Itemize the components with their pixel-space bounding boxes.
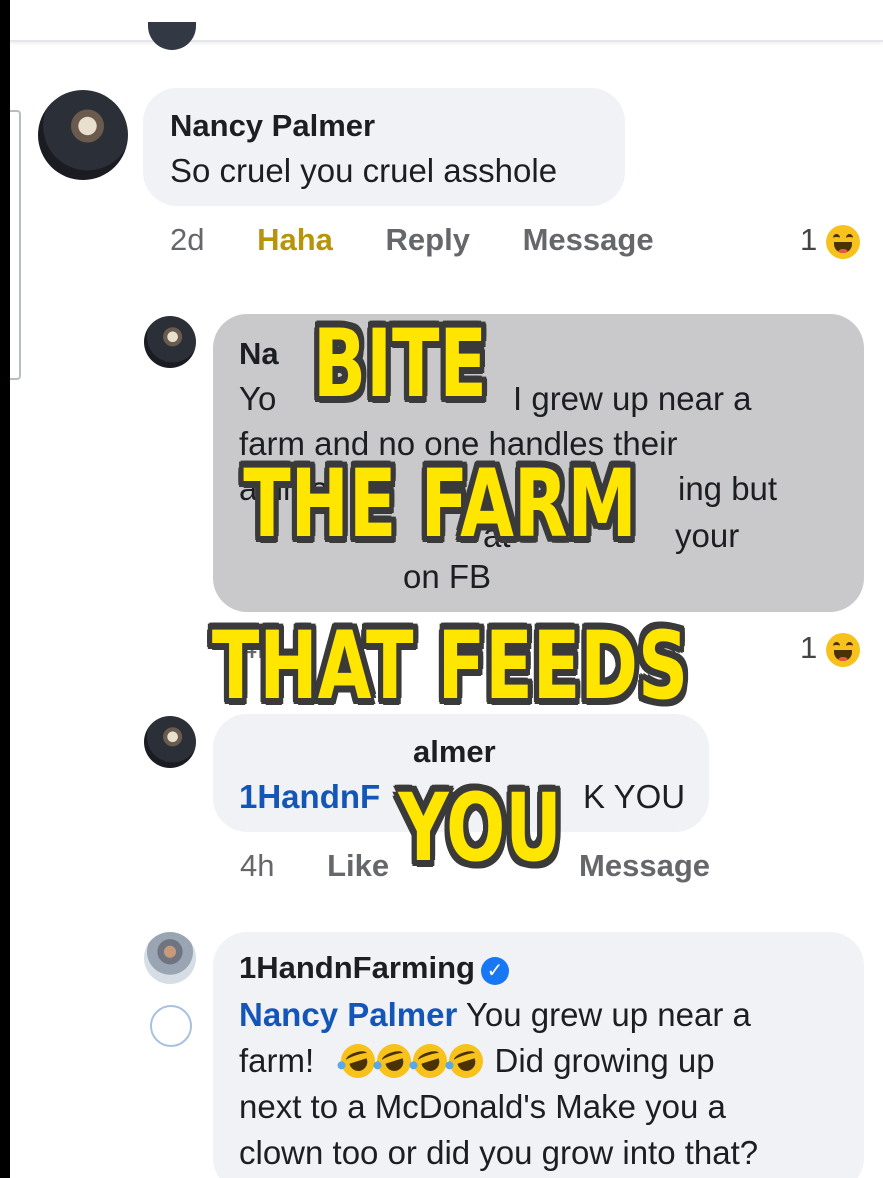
comment-author[interactable]: Na <box>239 336 279 372</box>
comment-author[interactable]: Nancy Palmer <box>170 108 375 144</box>
comment-bubble: almer 1HandnF K YOU <box>213 714 709 832</box>
comment-text-line: You grew up near a <box>465 996 751 1033</box>
comment-author[interactable]: 1HandnFarming ✓ <box>239 950 509 986</box>
comment-text-line: Did growing up <box>494 1042 715 1079</box>
top-bar <box>10 0 883 50</box>
comment-actions: 4h <box>240 630 274 666</box>
author-name: 1HandnFarming <box>239 950 475 985</box>
reply-button[interactable]: Reply <box>386 222 470 257</box>
comment-text-fragment: Yo <box>239 380 277 417</box>
comment-text-fragment: anima <box>239 470 329 507</box>
comment-bubble: 1HandnFarming ✓ Nancy Palmer You grew up … <box>213 932 864 1178</box>
comment-bubble: Nancy Palmer So cruel you cruel asshole <box>143 88 625 206</box>
comment-text: So cruel you cruel asshole <box>170 152 558 189</box>
comment-actions: 4h Like <box>240 848 389 884</box>
comment-text-fragment: I grew up near a <box>513 380 752 417</box>
comment-time: 4h <box>240 630 275 665</box>
rolling-laughing-emoji-icon <box>372 1039 416 1083</box>
comment-thread-screen: Nancy Palmer So cruel you cruel asshole … <box>10 0 883 1178</box>
reaction-count: 1 <box>800 630 818 665</box>
rolling-laughing-emoji-icon <box>444 1039 488 1083</box>
avatar-nancy-palmer[interactable] <box>144 316 196 368</box>
avatar-1handnfarming[interactable] <box>144 932 196 984</box>
reaction-summary[interactable]: 1 <box>800 222 860 259</box>
comment-text-fragment: farm and no one handles their <box>239 425 678 462</box>
haha-reaction-button[interactable]: Haha <box>257 222 333 257</box>
rolling-laughing-emoji-icon <box>336 1039 380 1083</box>
avatar-nancy-palmer[interactable] <box>144 716 196 768</box>
thread-connector-line <box>10 110 21 380</box>
laughing-emoji-icon <box>825 224 860 259</box>
comment-text-fragment: K YOU <box>583 778 686 815</box>
mention-link[interactable]: Nancy Palmer <box>239 996 457 1033</box>
comment-time: 4h <box>240 848 275 883</box>
comment-text-fragment: at <box>483 517 511 554</box>
comment-bubble: Na Yo I grew up near a farm and no one h… <box>213 314 864 612</box>
verified-badge-icon: ✓ <box>480 957 509 985</box>
comment-text-line: next to a McDonald's Make you a <box>239 1088 726 1125</box>
select-circle[interactable] <box>150 1005 192 1047</box>
reaction-summary[interactable]: 1 <box>800 630 860 667</box>
message-button-label: Message <box>579 848 710 883</box>
comment-text-fragment: ing but <box>678 470 778 507</box>
comment-text: Nancy Palmer You grew up near a farm! Di… <box>239 992 849 1176</box>
laughing-emoji-icon <box>825 632 860 667</box>
comment-actions: 2d Haha Reply Message <box>170 222 654 258</box>
like-button[interactable]: Like <box>327 848 389 883</box>
comment-time: 2d <box>170 222 205 257</box>
comment-text-fragment: your <box>675 517 740 554</box>
message-button[interactable]: Message <box>570 848 710 892</box>
rolling-laughing-emoji-icon <box>408 1039 452 1083</box>
reaction-count: 1 <box>800 222 818 257</box>
avatar-nancy-palmer[interactable] <box>38 90 128 180</box>
previous-comment-avatar <box>148 22 196 50</box>
mention-link[interactable]: 1HandnF <box>239 778 380 815</box>
comment-text-line: clown too or did you grow into that? <box>239 1134 759 1171</box>
comment-text: 1HandnF <box>239 774 380 820</box>
comment-text-line: farm! <box>239 1042 315 1079</box>
comment-author[interactable]: almer <box>413 734 496 770</box>
comment-text-fragment: on FB <box>403 558 492 595</box>
message-button[interactable]: Message <box>523 222 654 257</box>
